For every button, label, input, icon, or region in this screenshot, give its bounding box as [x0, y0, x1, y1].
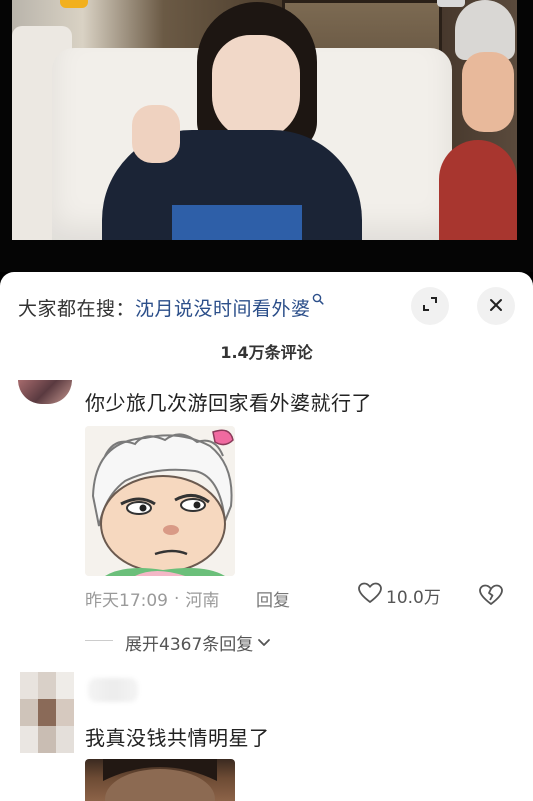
- search-suggestion-term[interactable]: 沈月说没时间看外婆: [135, 294, 311, 321]
- like-button[interactable]: 10.0万: [358, 582, 441, 609]
- comment-image[interactable]: [85, 759, 235, 801]
- expand-replies-button[interactable]: 展开4367条回复: [125, 630, 271, 655]
- corner-badge: [437, 0, 465, 7]
- close-icon: [489, 297, 503, 316]
- like-count: 10.0万: [386, 588, 441, 608]
- search-suggestion-prefix: 大家都在搜：: [18, 297, 136, 320]
- comment-time: 昨天17:09: [85, 591, 168, 611]
- chevron-down-icon: [257, 633, 271, 653]
- channel-logo: [60, 0, 88, 8]
- broken-heart-icon: [479, 584, 503, 610]
- video-person-side: [427, 0, 517, 240]
- comment-sticker-image[interactable]: [85, 426, 235, 576]
- heart-icon: [358, 582, 386, 609]
- avatar[interactable]: [18, 380, 72, 404]
- close-button[interactable]: [477, 287, 515, 325]
- comment-meta: 昨天17:09 · 河南: [85, 586, 220, 612]
- separator-dot: ·: [174, 588, 180, 609]
- expand-replies-label: 展开4367条回复: [125, 635, 254, 655]
- comment-location: 河南: [185, 591, 220, 611]
- dislike-button[interactable]: [479, 584, 503, 610]
- video-player[interactable]: [0, 0, 533, 272]
- search-suggestion[interactable]: 大家都在搜： 沈月说没时间看外婆: [18, 292, 324, 322]
- expand-icon: [422, 296, 438, 316]
- comment-text: 你少旅几次游回家看外婆就行了: [85, 391, 372, 415]
- video-frame[interactable]: [12, 0, 517, 240]
- username-blurred: [88, 678, 138, 702]
- comment-text: 我真没钱共情明星了: [85, 726, 270, 750]
- comment-sheet: 大家都在搜： 沈月说没时间看外婆 1.4万条评论 你少旅几次游回家看外婆就行了: [0, 272, 533, 801]
- avatar[interactable]: [20, 672, 74, 753]
- expand-button[interactable]: [411, 287, 449, 325]
- expand-divider: [85, 640, 113, 641]
- reply-button[interactable]: 回复: [256, 586, 290, 611]
- video-person-main: [102, 0, 362, 240]
- search-icon[interactable]: [312, 293, 324, 309]
- comment-count-title: 1.4万条评论: [220, 343, 313, 362]
